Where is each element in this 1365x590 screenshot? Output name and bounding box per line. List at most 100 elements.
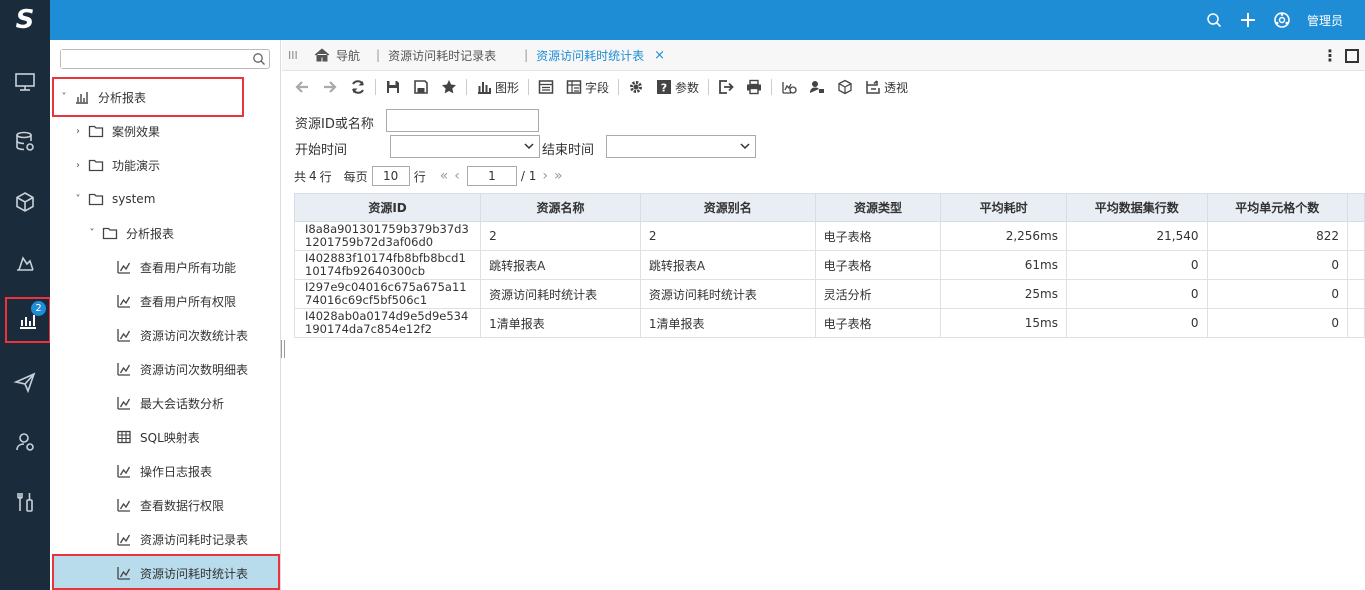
resource-id-input[interactable] [386,109,539,132]
tree-report-sql-mapping[interactable]: SQL映射表 [50,420,280,454]
favorite-icon[interactable] [435,72,463,102]
rail-design-icon[interactable] [0,242,50,282]
tree-folder-system-analysis[interactable]: ˅ 分析报表 [50,216,280,250]
tree-report-user-permissions[interactable]: 查看用户所有权限 [50,284,280,318]
rail-database-icon[interactable] [0,122,50,162]
add-icon[interactable] [1231,0,1265,40]
cell-resource-name: 跳转报表A [480,250,641,280]
fields-button[interactable]: 字段 [560,72,615,102]
tree-report-row-permissions[interactable]: 查看数据行权限 [50,488,280,522]
table-row[interactable]: I4028ab0a0174d9e5d9e534190174da7c854e12f… [293,308,1365,338]
tab-navigation[interactable]: 导航 [306,40,368,71]
bar-chart-icon [478,82,491,94]
column-header[interactable]: 资源ID [293,193,482,222]
rail-report-icon[interactable]: 2 [5,297,51,343]
refresh-icon[interactable] [344,72,372,102]
cell-avg-rows: 0 [1065,308,1208,338]
cell-resource-id: I297e9c04016c675a675a1174016c69cf5bf506c… [293,279,482,309]
rail-user-settings-icon[interactable] [0,422,50,462]
tree-node-label: 查看用户所有权限 [140,294,237,309]
tree-report-max-sessions[interactable]: 最大会话数分析 [50,386,280,420]
cell-avg-rows: 0 [1065,250,1208,280]
tree-search-input[interactable] [61,50,249,68]
cell-avg-cells: 0 [1206,279,1348,309]
resource-tree-panel: ˅ 分析报表 › 案例效果 › 功能演示 ˅ system ˅ 分析报表 查看用… [50,40,281,590]
cube-settings-icon[interactable] [831,72,859,102]
page-input[interactable]: 1 [466,166,517,186]
tab-bar: III 导航 | 资源访问耗时记录表 | 资源访问耗时统计表 × ⋮ [282,40,1365,71]
last-page-icon[interactable]: » [554,168,563,184]
collapse-icon[interactable]: ˅ [86,228,98,239]
tab-separator: | [524,48,529,62]
tree-report-visit-detail[interactable]: 资源访问次数明细表 [50,352,280,386]
column-header[interactable]: 平均数据集行数 [1065,193,1208,222]
tree-report-user-functions[interactable]: 查看用户所有功能 [50,250,280,284]
user-menu[interactable]: 管理员 [1299,12,1365,29]
tree-node-label: 资源访问次数统计表 [140,328,249,343]
report-icon [117,329,131,342]
back-icon[interactable] [288,72,316,102]
expand-icon[interactable]: › [72,126,84,137]
rail-cube-icon[interactable] [0,182,50,222]
tree-folder-system[interactable]: ˅ system [50,182,280,216]
rail-dashboard-icon[interactable] [0,62,50,102]
column-header[interactable]: 资源名称 [480,193,641,222]
tree-folder-analysis-root[interactable]: ˅ 分析报表 [50,80,280,114]
tree-node-label: 功能演示 [112,158,161,173]
table-row[interactable]: I8a8a901301759b379b37d31201759b72d3af06d… [293,221,1365,251]
chart-button[interactable]: 图形 [470,72,525,102]
save-icon[interactable] [379,72,407,102]
column-header[interactable]: 资源类型 [814,193,942,222]
rail-tools-icon[interactable] [0,482,50,522]
tree-report-operation-log[interactable]: 操作日志报表 [50,454,280,488]
pivot-button[interactable]: 透视 [859,72,914,102]
panel-splitter-handle[interactable] [281,340,285,358]
search-icon[interactable] [1197,0,1231,40]
user-permission-icon[interactable] [803,72,831,102]
rail-send-icon[interactable] [0,362,50,402]
tree-search-icon[interactable] [252,52,266,66]
more-options-icon[interactable]: ⋮ [1319,46,1341,65]
per-page-input[interactable]: 10 [371,166,410,186]
tree-node-label: 资源访问次数明细表 [140,362,249,377]
tab-time-stats[interactable]: | 资源访问耗时统计表 × [516,40,673,71]
prev-page-icon[interactable]: ‹ [454,168,460,184]
params-button[interactable]: ? 参数 [650,72,705,102]
table-row[interactable]: I297e9c04016c675a675a1174016c69cf5bf506c… [293,279,1365,309]
schedule-report-icon[interactable] [775,72,803,102]
tab-menu-icon[interactable]: III [288,49,306,62]
theme-icon[interactable] [1265,0,1299,40]
save-as-icon[interactable] [407,72,435,102]
tree-node-label: SQL映射表 [140,430,200,445]
table-row[interactable]: I402883f10174fb8bfb8bcd110174fb92640300c… [293,250,1365,280]
cell-filler [1346,221,1365,251]
tree-node-label: 查看数据行权限 [140,498,225,513]
forward-icon[interactable] [316,72,344,102]
report-icon [117,465,131,478]
layout-icon[interactable] [532,72,560,102]
start-time-select[interactable] [390,135,540,158]
next-page-icon[interactable]: › [542,168,548,184]
first-page-icon[interactable]: « [440,168,449,184]
print-icon[interactable] [740,72,768,102]
export-icon[interactable] [712,72,740,102]
tree-report-time-stats[interactable]: 资源访问耗时统计表 [54,556,280,590]
end-time-select[interactable] [606,135,756,158]
cell-resource-alias: 跳转报表A [639,250,816,280]
column-header[interactable]: 资源别名 [639,193,816,222]
settings-icon[interactable] [622,72,650,102]
tree-report-visit-count[interactable]: 资源访问次数统计表 [50,318,280,352]
tree-report-time-records[interactable]: 资源访问耗时记录表 [50,522,280,556]
fields-icon [566,80,582,94]
expand-icon[interactable]: › [72,160,84,171]
column-header[interactable]: 平均耗时 [940,193,1067,222]
tab-time-records[interactable]: | 资源访问耗时记录表 [368,40,504,71]
tree-folder-demo[interactable]: › 功能演示 [50,148,280,182]
tree-folder-case[interactable]: › 案例效果 [50,114,280,148]
maximize-icon[interactable] [1345,48,1359,63]
collapse-icon[interactable]: ˅ [58,92,70,103]
close-tab-icon[interactable]: × [654,48,665,63]
collapse-icon[interactable]: ˅ [72,194,84,205]
column-header[interactable]: 平均单元格个数 [1206,193,1348,222]
tree-node-label: 案例效果 [112,124,161,139]
